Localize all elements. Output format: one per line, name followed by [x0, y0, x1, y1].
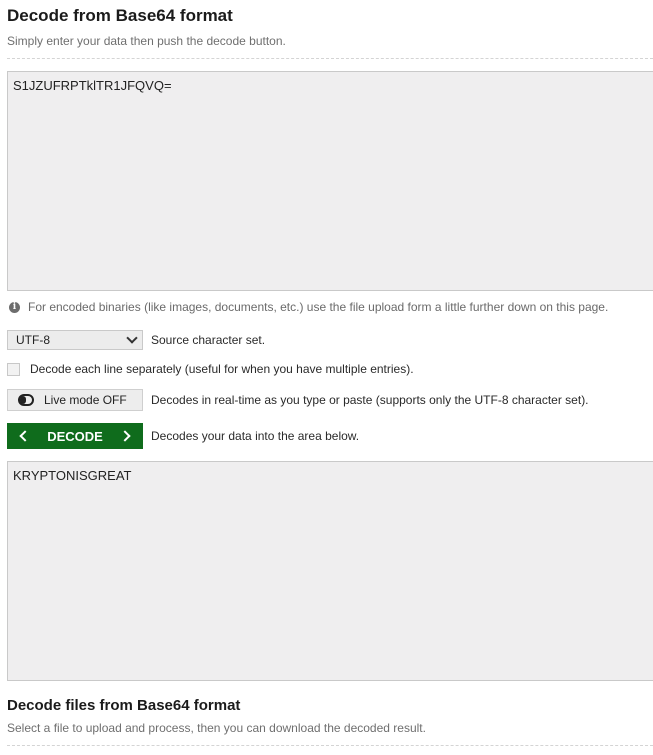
decode-row: DECODE Decodes your data into the area b… [7, 423, 359, 449]
files-section-subtitle: Select a file to upload and process, the… [7, 721, 426, 735]
toggle-icon [18, 394, 34, 406]
divider [7, 745, 653, 746]
chevron-right-icon [119, 430, 131, 442]
decode-page: Decode from Base64 format Simply enter y… [0, 0, 653, 755]
live-mode-button[interactable]: Live mode OFF [7, 389, 143, 411]
charset-row: UTF-8 Source character set. [7, 330, 265, 350]
charset-label: Source character set. [151, 333, 266, 347]
decode-button[interactable]: DECODE [7, 423, 143, 449]
encoded-input-textarea[interactable] [7, 71, 653, 291]
live-mode-button-label: Live mode OFF [44, 393, 127, 407]
live-mode-row: Live mode OFF Decodes in real-time as yo… [7, 389, 589, 411]
decode-button-label: DECODE [47, 428, 103, 444]
decoded-output-textarea[interactable] [7, 461, 653, 681]
info-note: i For encoded binaries (like images, doc… [9, 300, 608, 314]
chevron-down-icon [126, 332, 138, 344]
decode-description: Decodes your data into the area below. [151, 429, 360, 443]
files-section-title: Decode files from Base64 format [7, 697, 241, 714]
live-mode-description: Decodes in real-time as you type or past… [151, 393, 589, 407]
page-subtitle: Simply enter your data then push the dec… [7, 34, 286, 48]
charset-select[interactable]: UTF-8 [7, 330, 143, 350]
separate-lines-checkbox[interactable] [7, 362, 20, 376]
separate-lines-row: Decode each line separately (useful for … [7, 362, 414, 376]
separate-lines-label: Decode each line separately (useful for … [30, 362, 414, 376]
page-title: Decode from Base64 format [7, 6, 233, 25]
divider [7, 58, 653, 59]
info-note-text: For encoded binaries (like images, docum… [28, 300, 609, 314]
charset-selected-value: UTF-8 [16, 333, 50, 347]
chevron-left-icon [19, 430, 31, 442]
info-icon: i [9, 301, 20, 313]
